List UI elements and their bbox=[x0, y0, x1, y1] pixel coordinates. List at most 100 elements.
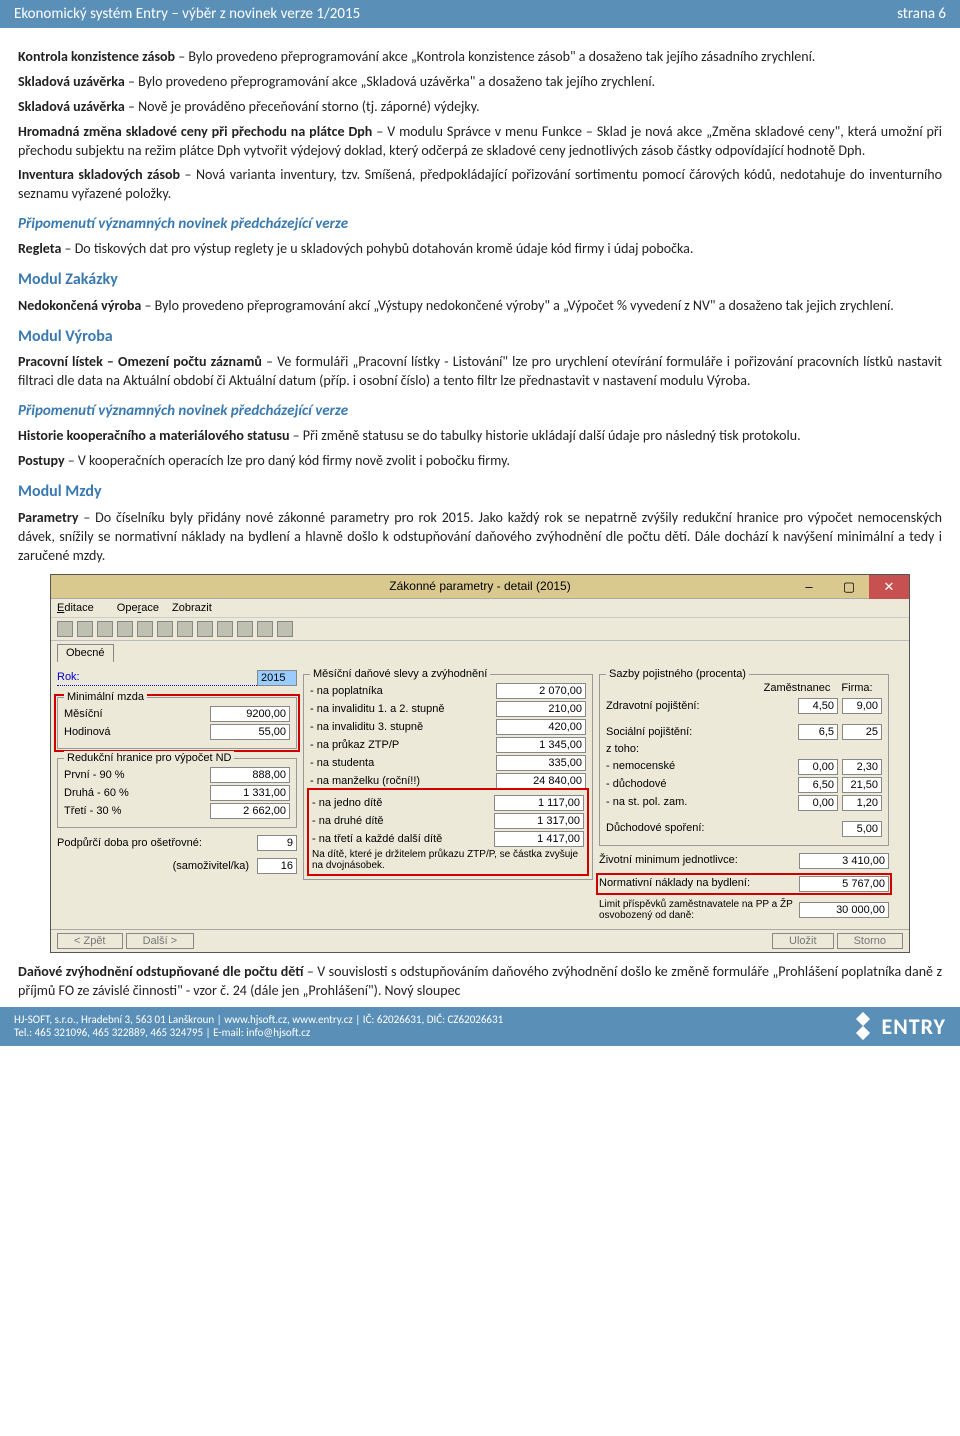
na-stud-input[interactable] bbox=[496, 755, 586, 771]
na-d3-label: - na třetí a každé další dítě bbox=[312, 832, 494, 847]
toolbar-icon[interactable] bbox=[157, 621, 173, 637]
mesicni-input[interactable] bbox=[210, 706, 290, 722]
para-danove: Daňové zvýhodnění odstupňované dle počtu… bbox=[18, 963, 942, 1001]
stpol-label: - na st. pol. zam. bbox=[606, 795, 794, 810]
menubar: Editace Operace Zobrazit bbox=[51, 599, 909, 619]
para-pracovni: Pracovní lístek – Omezení počtu záznamů … bbox=[18, 353, 942, 391]
hodinova-input[interactable] bbox=[210, 724, 290, 740]
window-title: Zákonné parametry - detail (2015) bbox=[389, 578, 570, 594]
podpurci-label: Podpůrčí doba pro ošetřovné: bbox=[57, 836, 257, 851]
toolbar-icon[interactable] bbox=[137, 621, 153, 637]
para-kontrola-text: – Bylo provedeno přeprogramování akce „K… bbox=[175, 48, 815, 65]
page-header: Ekonomický systém Entry – výběr z novine… bbox=[0, 0, 960, 28]
na-stud-label: - na studenta bbox=[310, 756, 496, 771]
nemoc-zam-input[interactable] bbox=[798, 759, 838, 775]
ztoho-label: z toho: bbox=[606, 742, 882, 757]
na-pop-input[interactable] bbox=[496, 683, 586, 699]
stpol-firma-input[interactable] bbox=[842, 795, 882, 811]
window-bottom-bar: < Zpět Další > Uložit Storno bbox=[51, 929, 909, 952]
toolbar-icon[interactable] bbox=[177, 621, 193, 637]
treti-input[interactable] bbox=[210, 803, 290, 819]
soc-zam-input[interactable] bbox=[798, 724, 838, 740]
toolbar-icon[interactable] bbox=[97, 621, 113, 637]
toolbar-icon[interactable] bbox=[117, 621, 133, 637]
minimalni-mzda-title: Minimální mzda bbox=[64, 690, 147, 705]
nemoc-label: - nemocenské bbox=[606, 759, 794, 774]
back-button[interactable]: < Zpět bbox=[57, 933, 123, 949]
tab-row: Obecné bbox=[51, 641, 909, 662]
zdrav-firma-input[interactable] bbox=[842, 698, 882, 714]
duch-firma-input[interactable] bbox=[842, 777, 882, 793]
na-manz-input[interactable] bbox=[496, 773, 586, 789]
rok-label[interactable]: Rok: bbox=[57, 670, 257, 686]
heading-modul-vyroba: Modul Výroba bbox=[18, 326, 942, 348]
na-inv3-input[interactable] bbox=[496, 719, 586, 735]
na-d2-input[interactable] bbox=[494, 813, 584, 829]
entry-logo-icon bbox=[851, 1014, 875, 1038]
toolbar bbox=[51, 618, 909, 641]
toolbar-icon[interactable] bbox=[257, 621, 273, 637]
para-sklad-uzav2: Skladová uzávěrka – Nově je prováděno př… bbox=[18, 98, 942, 117]
storno-button[interactable]: Storno bbox=[837, 933, 903, 949]
duchspor-input[interactable] bbox=[842, 821, 882, 837]
na-d1-input[interactable] bbox=[494, 795, 584, 811]
rok-input[interactable] bbox=[257, 670, 297, 686]
na-inv12-input[interactable] bbox=[496, 701, 586, 717]
tab-obecne[interactable]: Obecné bbox=[57, 644, 114, 662]
normnakl-input[interactable] bbox=[799, 876, 889, 892]
toolbar-icon[interactable] bbox=[57, 621, 73, 637]
col-zam: Zaměstnanec bbox=[762, 681, 832, 696]
deti-redbox: - na jedno dítě - na druhé dítě - na tře… bbox=[310, 791, 586, 873]
save-button[interactable]: Uložit bbox=[772, 933, 834, 949]
nemoc-firma-input[interactable] bbox=[842, 759, 882, 775]
sazby-group: Sazby pojistného (procenta) Zaměstnanec … bbox=[599, 674, 889, 846]
na-ztp-label: - na průkaz ZTP/P bbox=[310, 738, 496, 753]
stpol-zam-input[interactable] bbox=[798, 795, 838, 811]
prvni-input[interactable] bbox=[210, 767, 290, 783]
slevy-title: Měsíční daňové slevy a zvýhodnění bbox=[310, 667, 490, 682]
menu-zobrazit[interactable]: Zobrazit bbox=[172, 602, 212, 614]
rok-row: Rok: bbox=[57, 670, 297, 686]
page-footer: HJ-SOFT, s.r.o., Hradební 3, 563 01 Lanš… bbox=[0, 1007, 960, 1046]
soc-firma-input[interactable] bbox=[842, 724, 882, 740]
zdrav-zam-input[interactable] bbox=[798, 698, 838, 714]
toolbar-icon[interactable] bbox=[77, 621, 93, 637]
duch-zam-input[interactable] bbox=[798, 777, 838, 793]
para-danove-bold: Daňové zvýhodnění odstupňované dle počtu… bbox=[18, 963, 303, 980]
samoziv-input[interactable] bbox=[257, 858, 297, 874]
na-manz-label: - na manželku (roční!!) bbox=[310, 774, 496, 789]
para-nedok-text: – Bylo provedeno přeprogramování akcí „V… bbox=[141, 297, 894, 314]
na-inv12-label: - na invaliditu 1. a 2. stupně bbox=[310, 702, 496, 717]
subheading-pripomenuti-1: Připomenutí významných novinek předcháze… bbox=[18, 214, 942, 234]
na-pop-label: - na poplatníka bbox=[310, 684, 496, 699]
toolbar-icon[interactable] bbox=[217, 621, 233, 637]
footer-line1: HJ-SOFT, s.r.o., Hradební 3, 563 01 Lanš… bbox=[14, 1013, 503, 1026]
toolbar-icon[interactable] bbox=[277, 621, 293, 637]
zivmin-input[interactable] bbox=[799, 853, 889, 869]
para-parametry: Parametry – Do číselníku byly přidány no… bbox=[18, 509, 942, 566]
menu-editace[interactable]: Editace bbox=[57, 602, 104, 614]
menu-operace[interactable]: Operace bbox=[117, 602, 159, 614]
na-ztp-input[interactable] bbox=[496, 737, 586, 753]
para-nedok-bold: Nedokončená výroba bbox=[18, 297, 141, 314]
header-left: Ekonomický systém Entry – výběr z novine… bbox=[14, 5, 360, 23]
druha-input[interactable] bbox=[210, 785, 290, 801]
limitpp-input[interactable] bbox=[799, 902, 889, 918]
podpurci-input[interactable] bbox=[257, 835, 297, 851]
para-historie-text: – Při změně statusu se do tabulky histor… bbox=[289, 427, 800, 444]
limitpp-label: Limit příspěvků zaměstnavatele na PP a Ž… bbox=[599, 899, 799, 921]
right-column: Sazby pojistného (procenta) Zaměstnanec … bbox=[599, 668, 889, 923]
redukcni-hranice-group: Redukční hranice pro výpočet ND První - … bbox=[57, 758, 297, 828]
maximize-button[interactable]: ▢ bbox=[829, 575, 869, 599]
toolbar-icon[interactable] bbox=[237, 621, 253, 637]
normnakl-label: Normativní náklady na bydlení: bbox=[599, 876, 799, 891]
next-button[interactable]: Další > bbox=[126, 933, 195, 949]
soc-label: Sociální pojištění: bbox=[606, 725, 794, 740]
na-inv3-label: - na invaliditu 3. stupně bbox=[310, 720, 496, 735]
minimize-button[interactable]: – bbox=[789, 575, 829, 599]
toolbar-icon[interactable] bbox=[197, 621, 213, 637]
close-button[interactable]: ✕ bbox=[869, 575, 909, 599]
para-sklad-uzav2-bold: Skladová uzávěrka bbox=[18, 98, 125, 115]
na-d3-input[interactable] bbox=[494, 831, 584, 847]
form-area: Rok: Minimální mzda Měsíční Hodinová Red… bbox=[51, 662, 909, 929]
